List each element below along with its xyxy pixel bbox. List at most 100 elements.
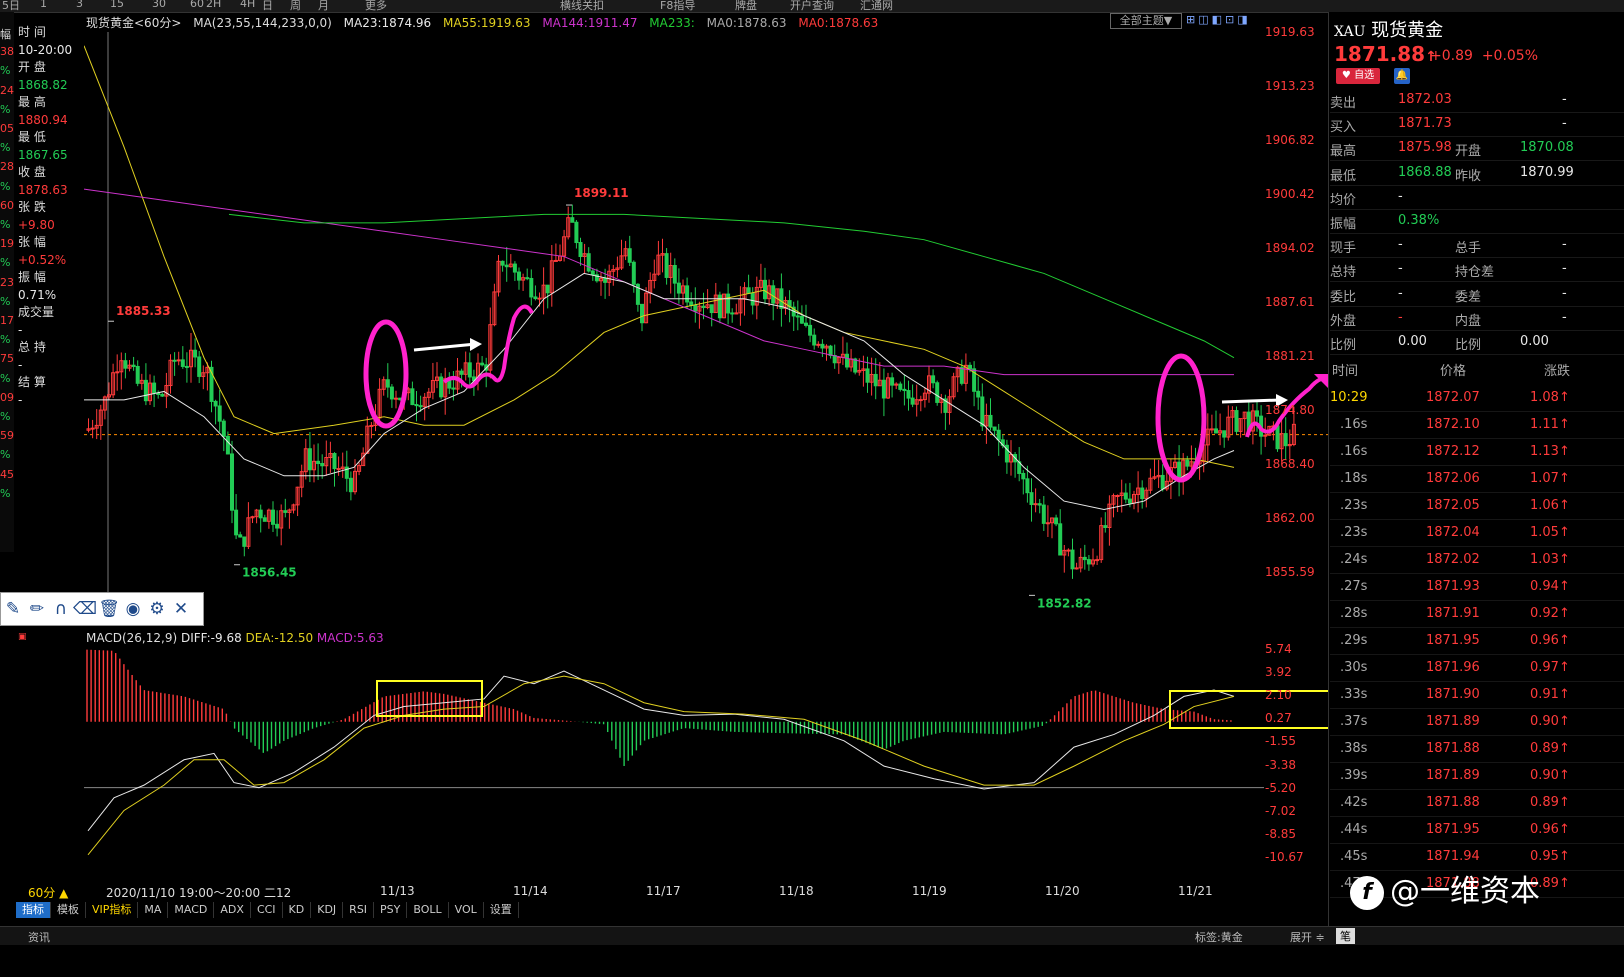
indicator-tab[interactable]: MACD	[168, 902, 215, 918]
quote-value: -	[1398, 237, 1403, 253]
candle-body	[1037, 503, 1042, 506]
quote-value: -	[1398, 261, 1403, 277]
ma-legend: 现货黄金<60分> MA(23,55,144,233,0,0) MA23:187…	[86, 14, 886, 31]
toolbar-item[interactable]: 15	[110, 0, 124, 10]
date-tick: 11/17	[646, 884, 681, 898]
last-price: 1871.88↑	[1334, 42, 1437, 66]
candle-body	[459, 370, 464, 375]
indicator-tab[interactable]: CCI	[251, 902, 283, 918]
tick-row: .24s 1872.02 1.03↑	[1330, 546, 1624, 574]
pen-mode-button[interactable]: 笔	[1336, 928, 1355, 944]
tick-price: 1871.89	[1426, 768, 1480, 783]
toolbar-item[interactable]: 2H	[206, 0, 221, 10]
candle-body	[1140, 487, 1145, 500]
tick-time: .30s	[1340, 660, 1368, 675]
candle-body	[980, 396, 985, 427]
theme-dropdown[interactable]: 全部主题▼	[1110, 13, 1182, 29]
macd-chart[interactable]	[84, 632, 1328, 882]
clipped-fragment: %	[0, 486, 11, 500]
indicator-tab[interactable]: 设置	[484, 902, 519, 918]
toolbar-item[interactable]: 4H	[240, 0, 255, 10]
indicator-tab[interactable]: 指标	[16, 902, 51, 918]
indicator-tab[interactable]: RSI	[343, 902, 375, 918]
add-favorite-button[interactable]: ♥ 自选	[1336, 68, 1380, 84]
legend-ma0-b: MA0:1878.63	[798, 16, 879, 30]
annotation-circle	[363, 319, 409, 429]
price-tick: 1855.59	[1265, 565, 1315, 579]
macd-dea: DEA:-12.50	[245, 631, 314, 645]
price-tick: 1913.23	[1265, 78, 1315, 93]
indicator-tab[interactable]: VOL	[449, 902, 484, 918]
expand-button[interactable]: 展开 ≑	[1290, 929, 1325, 945]
candle-body	[1160, 474, 1165, 490]
chart-control-icons[interactable]: ⊞◫◧⊡◨	[1186, 13, 1251, 26]
candle-body	[451, 387, 456, 390]
quote-value: 0.00	[1520, 334, 1549, 349]
candlestick-chart[interactable]: 1885.33 1899.11 1856.45 1852.82	[84, 12, 1328, 622]
info-value: 10-20:00	[18, 42, 73, 57]
candle-body	[1095, 559, 1100, 562]
close-icon[interactable]: ✕	[169, 599, 193, 619]
indicator-tab[interactable]: MA	[138, 902, 169, 918]
gear-icon[interactable]: ⚙	[145, 599, 169, 619]
trash-icon[interactable]: 🗑	[97, 599, 121, 619]
indicator-tab[interactable]: ADX	[214, 902, 251, 918]
indicator-tab[interactable]: 模板	[51, 902, 86, 918]
info-value: -	[18, 392, 23, 407]
price-tick: 1874.80	[1265, 403, 1315, 418]
candle-body	[221, 420, 226, 437]
quote-row: 卖出 1872.03 -	[1330, 88, 1624, 113]
tick-time: .44s	[1340, 822, 1368, 837]
bell-icon[interactable]: 🔔	[1394, 68, 1410, 84]
tick-row: .30s 1871.96 0.97↑	[1330, 654, 1624, 682]
candle-body	[890, 377, 895, 386]
eye-icon[interactable]: ◉	[121, 599, 145, 619]
info-value: 1880.94	[18, 112, 68, 127]
magnet-icon[interactable]: ∩	[49, 599, 73, 619]
candle-body	[115, 371, 120, 374]
toolbar-item[interactable]: 30	[152, 0, 166, 10]
info-value: -	[18, 357, 23, 372]
candle-body	[1074, 567, 1079, 570]
candle-body	[262, 517, 267, 522]
tag-label: 标签:黄金	[1195, 931, 1243, 944]
indicator-tab[interactable]: KDJ	[311, 902, 344, 918]
quote-label: 最低	[1330, 168, 1357, 184]
pen-icon[interactable]: ✎	[1, 599, 25, 619]
toolbar-item[interactable]: 60	[190, 0, 204, 10]
toolbar-item[interactable]: 3	[76, 0, 83, 10]
clipped-fragment: 幅	[0, 28, 11, 41]
candle-body	[1209, 428, 1214, 431]
candle-body	[996, 429, 1001, 441]
toolbar-item[interactable]: 1	[40, 0, 47, 10]
eraser-icon[interactable]: ⌫	[73, 599, 97, 619]
candle-body	[545, 284, 550, 294]
candle-body	[90, 427, 95, 430]
news-tab[interactable]: 资讯	[28, 929, 50, 945]
legend-ma23: MA23:1874.96	[343, 16, 432, 30]
candle-body	[1054, 517, 1059, 525]
price-tick: 1906.82	[1265, 133, 1315, 148]
candle-body	[213, 400, 218, 407]
candle-body	[799, 315, 804, 324]
price-tick: 1862.00	[1265, 510, 1315, 525]
quote-row: 委比 - 委差 -	[1330, 282, 1624, 307]
candle-body	[271, 509, 275, 525]
tick-row: .42s 1871.88 0.89↑	[1330, 789, 1624, 817]
tick-time: .23s	[1340, 525, 1368, 540]
clipped-fragment: %	[0, 256, 11, 270]
period-selector[interactable]: 60分 ▲	[28, 884, 68, 901]
pencil-icon[interactable]: ✏	[25, 599, 49, 619]
indicator-tab[interactable]: VIP指标	[86, 902, 139, 918]
indicator-tab[interactable]: PSY	[374, 902, 408, 918]
tick-price: 1871.95	[1426, 822, 1480, 837]
indicator-tab[interactable]: BOLL	[407, 902, 449, 918]
quote-row: 总持 - 持仓差 -	[1330, 257, 1624, 283]
change-value: +0.89	[1430, 48, 1473, 64]
price-tick: 1919.63	[1265, 25, 1315, 39]
candle-body	[517, 271, 521, 281]
candle-body	[1045, 522, 1050, 525]
candle-body	[504, 264, 509, 268]
price-change: +0.89 +0.05%	[1430, 48, 1538, 64]
indicator-tab[interactable]: KD	[283, 902, 312, 918]
